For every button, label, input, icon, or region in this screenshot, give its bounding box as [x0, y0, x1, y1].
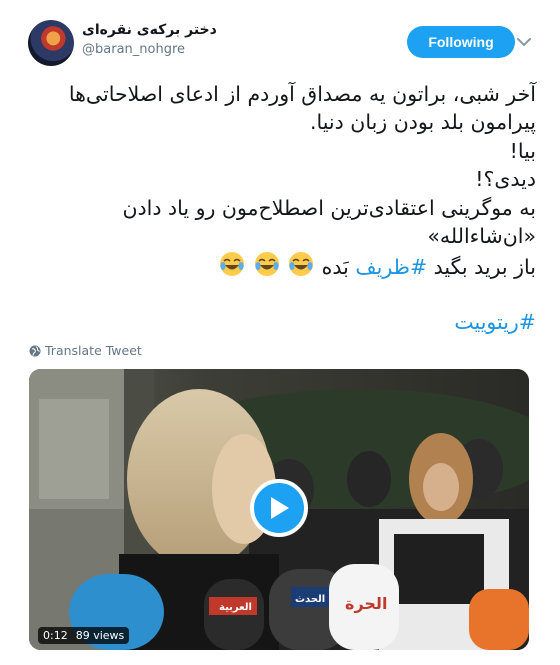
avatar[interactable]: [28, 20, 74, 66]
tweet-line: دیدی؟!: [475, 167, 536, 192]
channel-logo-alhurra: الحرة: [345, 594, 387, 613]
hashtag-link[interactable]: #ظریف: [355, 255, 427, 279]
translate-tweet-link[interactable]: Translate Tweet: [29, 343, 142, 358]
tweet-text-fragment: باز برید بگید: [427, 255, 536, 280]
author-names: دختر برکه‌ی نقره‌ای @baran_nohgre: [82, 22, 217, 57]
tweet-line-last: باز برید بگید #ظریف بَده: [26, 250, 536, 281]
translate-label: Translate Tweet: [45, 343, 142, 358]
channel-logo-alhadath: الحدث: [295, 594, 325, 605]
channel-logo-alarabiya: العربية: [219, 602, 252, 613]
display-name[interactable]: دختر برکه‌ی نقره‌ای: [82, 22, 217, 38]
play-icon: [271, 497, 289, 519]
tweet-header: دختر برکه‌ی نقره‌ای @baran_nohgre Follow…: [24, 18, 539, 68]
tweet-line: به موگرینی اعتقادی‌ترین اصطلاح‌مون رو یا…: [122, 195, 536, 220]
globe-icon: [29, 345, 41, 356]
chevron-down-icon[interactable]: [514, 32, 534, 52]
video-time: 0:12: [43, 629, 68, 642]
laughing-emoji-icon: [253, 250, 281, 278]
video-meta: 0:12 89 views: [38, 627, 130, 644]
play-button[interactable]: [250, 479, 308, 537]
video-views: 89 views: [75, 629, 125, 642]
tweet-text-fragment: بَده: [321, 255, 356, 280]
user-handle[interactable]: @baran_nohgre: [82, 42, 217, 57]
tweet-text: آخر شبی، براتون یه مصداق آوردم از ادعای …: [26, 80, 536, 282]
video-player[interactable]: العربية الحدث الحرة 0:12 89 views: [29, 369, 529, 650]
retweet-hashtag[interactable]: #ریتوییت: [454, 310, 536, 334]
tweet-line: «ان‌شاءالله»: [427, 224, 536, 249]
laughing-emoji-icon: [218, 250, 246, 278]
tweet-line: پیرامون بلد بودن زبان دنیا.: [309, 110, 536, 135]
tweet-line: بیا!: [509, 138, 536, 163]
tweet-line: آخر شبی، براتون یه مصداق آوردم از ادعای …: [68, 82, 536, 106]
laughing-emoji-icon: [287, 250, 315, 278]
following-button[interactable]: Following: [407, 26, 515, 58]
